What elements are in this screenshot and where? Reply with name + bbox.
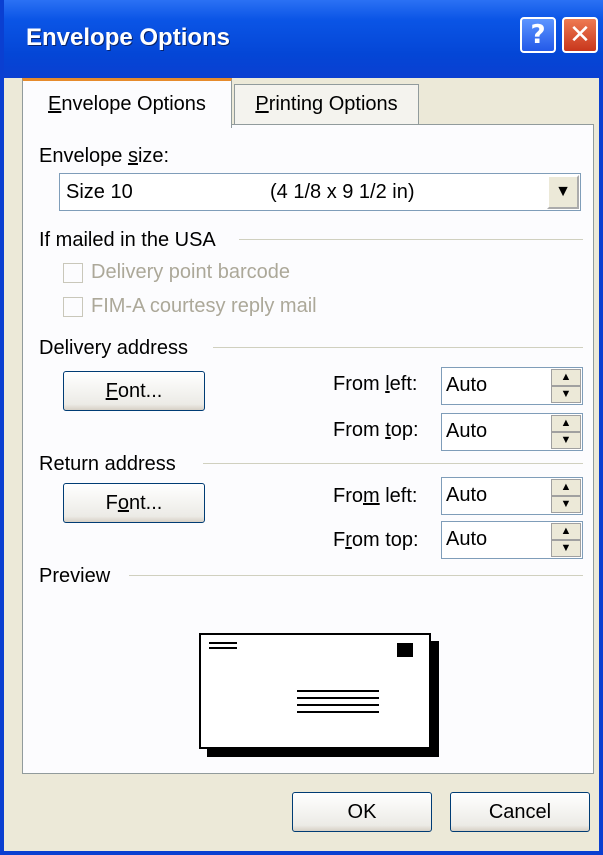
return-from-left-value: Auto	[446, 484, 488, 506]
chevron-down-icon: ▼	[555, 183, 571, 200]
delivery-barcode-checkbox[interactable]	[63, 263, 83, 283]
group-divider	[213, 347, 583, 348]
close-button[interactable]: ✕	[562, 17, 598, 53]
delivery-font-button[interactable]: Font...	[63, 371, 205, 411]
delivery-from-left-label: From left:	[333, 373, 418, 395]
return-from-top-spinner[interactable]: Auto ▲ ▼	[441, 521, 583, 559]
envelope-size-select[interactable]: Size 10 (4 1/8 x 9 1/2 in) ▼	[59, 173, 581, 211]
usa-group-title: If mailed in the USA	[39, 229, 216, 251]
spin-up-icon[interactable]: ▲	[551, 479, 581, 496]
envelope-size-dimensions: (4 1/8 x 9 1/2 in)	[270, 181, 415, 203]
return-from-top-value: Auto	[446, 528, 488, 550]
delivery-barcode-label: Delivery point barcode	[91, 261, 290, 283]
window-title: Envelope Options	[26, 24, 231, 51]
envelope-size-name: Size 10	[66, 181, 133, 203]
delivery-from-top-value: Auto	[446, 420, 488, 442]
cancel-button[interactable]: Cancel	[450, 792, 590, 832]
delivery-from-left-spinner[interactable]: Auto ▲ ▼	[441, 367, 583, 405]
tab-printing-options[interactable]: Printing Options	[234, 84, 419, 124]
delivery-from-top-label: From top:	[333, 419, 419, 441]
ok-button[interactable]: OK	[292, 792, 432, 832]
group-divider	[203, 463, 583, 464]
spin-down-icon[interactable]: ▼	[551, 432, 581, 449]
envelope-options-dialog: Envelope Options ? ✕ Envelope Options Pr…	[0, 0, 603, 855]
spin-down-icon[interactable]: ▼	[551, 386, 581, 403]
tab-envelope-options[interactable]: Envelope Options	[22, 78, 232, 128]
group-divider	[129, 575, 583, 576]
return-address-title: Return address	[39, 453, 176, 475]
return-from-left-spinner[interactable]: Auto ▲ ▼	[441, 477, 583, 515]
delivery-from-top-spinner[interactable]: Auto ▲ ▼	[441, 413, 583, 451]
title-bar[interactable]: Envelope Options ? ✕	[4, 0, 603, 78]
group-divider	[239, 239, 583, 240]
spin-up-icon[interactable]: ▲	[551, 523, 581, 540]
delivery-address-title: Delivery address	[39, 337, 188, 359]
return-from-left-label: From left:	[333, 485, 418, 507]
spin-down-icon[interactable]: ▼	[551, 496, 581, 513]
spin-down-icon[interactable]: ▼	[551, 540, 581, 557]
fim-a-checkbox[interactable]	[63, 297, 83, 317]
envelope-size-label: Envelope size:	[39, 145, 170, 167]
delivery-from-left-value: Auto	[446, 374, 488, 396]
spin-up-icon[interactable]: ▲	[551, 415, 581, 432]
help-button[interactable]: ?	[520, 17, 556, 53]
dropdown-arrow-button[interactable]: ▼	[547, 175, 579, 209]
help-icon: ?	[530, 20, 546, 50]
tab-panel: Envelope size: Size 10 (4 1/8 x 9 1/2 in…	[22, 124, 594, 774]
fim-a-label: FIM-A courtesy reply mail	[91, 295, 317, 317]
return-from-top-label: From top:	[333, 529, 419, 551]
spin-up-icon[interactable]: ▲	[551, 369, 581, 386]
envelope-preview[interactable]	[199, 633, 431, 749]
envelope-icon	[209, 642, 413, 713]
preview-title: Preview	[39, 565, 111, 587]
return-font-button[interactable]: Fo nt...	[63, 483, 205, 523]
close-icon: ✕	[569, 20, 591, 50]
